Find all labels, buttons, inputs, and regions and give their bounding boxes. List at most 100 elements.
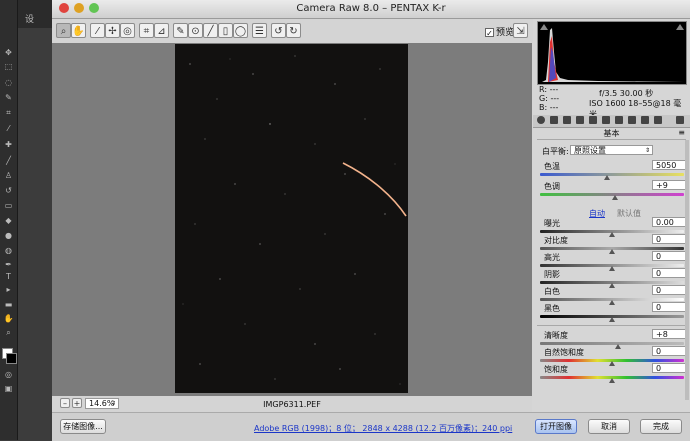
crop-tool-icon[interactable]: ⌗ bbox=[3, 108, 14, 117]
histogram bbox=[537, 21, 687, 85]
temperature-field[interactable]: 5050 bbox=[652, 160, 686, 170]
white-balance-select[interactable]: 原照设置 ⇕ bbox=[570, 145, 653, 155]
screen-mode-icon[interactable]: ▣ bbox=[3, 384, 14, 393]
bucket-tool-icon[interactable]: ◆ bbox=[3, 216, 14, 225]
tab-hsl-icon[interactable] bbox=[576, 116, 584, 124]
red-eye-tool-icon[interactable]: ⊙ bbox=[188, 23, 203, 38]
highlights-slider-knob[interactable] bbox=[609, 266, 615, 271]
exposure-field[interactable]: 0.00 bbox=[652, 217, 686, 227]
path-select-tool-icon[interactable]: ▸ bbox=[3, 285, 14, 294]
highlights-field[interactable]: 0 bbox=[652, 251, 686, 261]
rotate-right-icon[interactable]: ↻ bbox=[286, 23, 301, 38]
cancel-button[interactable]: 取消 bbox=[588, 419, 630, 434]
quick-mask-icon[interactable]: ◎ bbox=[3, 370, 14, 379]
pen-tool-icon[interactable]: ✒ bbox=[3, 260, 14, 269]
lasso-tool-icon[interactable]: ◌ bbox=[3, 78, 14, 87]
healing-tool-icon[interactable]: ✚ bbox=[3, 140, 14, 149]
tab-effects-icon[interactable] bbox=[615, 116, 623, 124]
title-bar: Camera Raw 8.0 – PENTAX K-r bbox=[52, 0, 690, 19]
g-label: G: bbox=[539, 94, 548, 103]
saturation-slider-knob[interactable] bbox=[609, 378, 615, 383]
contrast-field[interactable]: 0 bbox=[652, 234, 686, 244]
save-image-button[interactable]: 存储图像... bbox=[60, 419, 106, 434]
quick-select-tool-icon[interactable]: ✎ bbox=[3, 93, 14, 102]
tab-camera-calibration-icon[interactable] bbox=[628, 116, 636, 124]
clarity-field[interactable]: +8 bbox=[652, 329, 686, 339]
tab-detail-icon[interactable] bbox=[563, 116, 571, 124]
histogram-graph bbox=[542, 28, 684, 82]
temperature-label: 色温 bbox=[544, 162, 560, 171]
tab-menu-icon[interactable] bbox=[676, 116, 684, 124]
vibrance-field[interactable]: 0 bbox=[652, 346, 686, 356]
contrast-label: 对比度 bbox=[544, 236, 568, 245]
tab-lens-corrections-icon[interactable] bbox=[602, 116, 610, 124]
tab-split-toning-icon[interactable] bbox=[589, 116, 597, 124]
color-sampler-tool-icon[interactable]: ✢ bbox=[105, 23, 120, 38]
graduated-filter-icon[interactable]: ▯ bbox=[218, 23, 233, 38]
tab-snapshots-icon[interactable] bbox=[654, 116, 662, 124]
type-tool-icon[interactable]: T bbox=[3, 272, 14, 281]
radial-filter-icon[interactable]: ◯ bbox=[233, 23, 248, 38]
saturation-field[interactable]: 0 bbox=[652, 363, 686, 373]
eraser-tool-icon[interactable]: ▭ bbox=[3, 201, 14, 210]
rotate-left-icon[interactable]: ↺ bbox=[271, 23, 286, 38]
default-link[interactable]: 默认值 bbox=[617, 208, 641, 219]
crop-tool-icon[interactable]: ⌗ bbox=[139, 23, 154, 38]
blacks-field[interactable]: 0 bbox=[652, 302, 686, 312]
workflow-options-link[interactable]: Adobe RGB (1998)；8 位； 2848 x 4288 (12.2 … bbox=[254, 423, 512, 434]
hand-tool-icon[interactable]: ✋ bbox=[3, 314, 14, 323]
marquee-tool-icon[interactable]: ⬚ bbox=[3, 62, 14, 71]
adjustment-brush-icon[interactable]: ╱ bbox=[203, 23, 218, 38]
stamp-tool-icon[interactable]: ♙ bbox=[3, 171, 14, 180]
shadows-slider-knob[interactable] bbox=[609, 283, 615, 288]
spot-removal-tool-icon[interactable]: ✎ bbox=[173, 23, 188, 38]
tint-field[interactable]: +9 bbox=[652, 180, 686, 190]
file-name: IMGP6311.PEF bbox=[263, 400, 321, 409]
whites-slider-knob[interactable] bbox=[609, 300, 615, 305]
rgb-readout: R: --- G: --- B: --- f/3.5 30.00 秒 ISO 1… bbox=[537, 85, 685, 119]
open-image-button[interactable]: 打开图像 bbox=[535, 419, 577, 434]
done-button[interactable]: 完成 bbox=[640, 419, 682, 434]
tab-presets-icon[interactable] bbox=[641, 116, 649, 124]
move-tool-icon[interactable]: ✥ bbox=[3, 48, 14, 57]
photoshop-toolbox: ✥ ⬚ ◌ ✎ ⌗ ⁄ ✚ ╱ ♙ ↺ ▭ ◆ ● ◍ ✒ T ▸ ▬ ✋ ⌕ … bbox=[0, 0, 18, 440]
temperature-slider-knob[interactable] bbox=[604, 175, 610, 180]
hand-tool-icon[interactable]: ✋ bbox=[71, 23, 86, 38]
tab-tone-curve-icon[interactable] bbox=[550, 116, 558, 124]
blur-tool-icon[interactable]: ● bbox=[3, 231, 14, 240]
white-balance-label: 白平衡: bbox=[542, 147, 569, 156]
right-panel: R: --- G: --- B: --- f/3.5 30.00 秒 ISO 1… bbox=[533, 19, 690, 412]
contrast-slider-knob[interactable] bbox=[609, 249, 615, 254]
tint-slider-knob[interactable] bbox=[612, 195, 618, 200]
image-preview-area[interactable] bbox=[52, 43, 532, 396]
clarity-slider-knob[interactable] bbox=[615, 344, 621, 349]
panel-menu-icon[interactable]: ≡ bbox=[678, 128, 685, 137]
vibrance-slider-knob[interactable] bbox=[609, 361, 615, 366]
shape-tool-icon[interactable]: ▬ bbox=[3, 300, 14, 309]
white-balance-tool-icon[interactable]: ⁄ bbox=[90, 23, 105, 38]
targeted-adjustment-tool-icon[interactable]: ◎ bbox=[120, 23, 135, 38]
auto-link[interactable]: 自动 bbox=[589, 208, 605, 219]
preview-checkbox[interactable]: ✓ 预览 bbox=[485, 25, 514, 38]
shadows-field[interactable]: 0 bbox=[652, 268, 686, 278]
brush-tool-icon[interactable]: ╱ bbox=[3, 156, 14, 165]
panel-scrollbar[interactable] bbox=[685, 140, 689, 400]
blacks-slider-knob[interactable] bbox=[609, 317, 615, 322]
straighten-tool-icon[interactable]: ⊿ bbox=[154, 23, 169, 38]
preferences-icon[interactable]: ☰ bbox=[252, 23, 267, 38]
whites-field[interactable]: 0 bbox=[652, 285, 686, 295]
temperature-slider[interactable] bbox=[540, 173, 684, 176]
clarity-slider[interactable] bbox=[540, 342, 684, 345]
eyedropper-tool-icon[interactable]: ⁄ bbox=[3, 124, 14, 133]
history-brush-icon[interactable]: ↺ bbox=[3, 186, 14, 195]
fullscreen-icon[interactable]: ⇲ bbox=[513, 23, 528, 38]
background-color-swatch[interactable] bbox=[6, 353, 17, 364]
zoom-tool-icon[interactable]: ⌕ bbox=[56, 23, 71, 38]
tab-basic-icon[interactable] bbox=[537, 116, 545, 124]
workspace-icon[interactable]: 设 bbox=[25, 12, 34, 25]
exposure-slider-knob[interactable] bbox=[609, 232, 615, 237]
preview-label: 预览 bbox=[496, 28, 515, 38]
zoom-tool-icon[interactable]: ⌕ bbox=[3, 328, 14, 337]
panel-title: 基本 ≡ bbox=[533, 128, 690, 138]
dodge-tool-icon[interactable]: ◍ bbox=[3, 246, 14, 255]
